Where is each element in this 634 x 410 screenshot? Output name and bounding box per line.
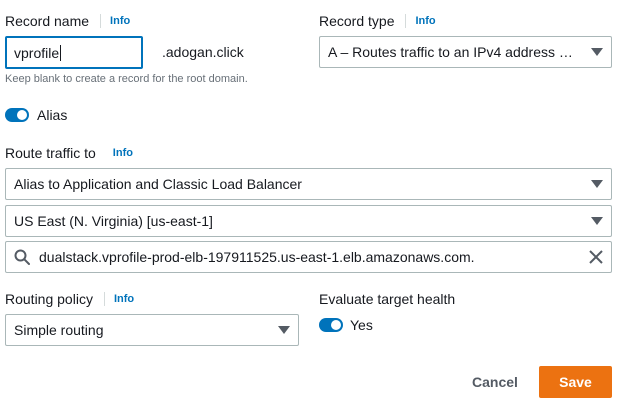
evaluate-health-toggle-label: Yes [350, 317, 373, 333]
record-name-input[interactable]: vprofile [5, 36, 143, 69]
record-name-label: Record name [5, 13, 90, 29]
chevron-down-icon [591, 180, 603, 188]
routing-policy-info-link[interactable]: Info [114, 293, 134, 305]
evaluate-health-toggle[interactable] [319, 318, 343, 332]
routing-policy-value: Simple routing [14, 322, 104, 338]
text-cursor [60, 44, 62, 61]
record-type-label: Record type [319, 13, 395, 29]
routing-policy-label: Routing policy [5, 291, 93, 307]
cancel-button[interactable]: Cancel [472, 374, 518, 390]
search-icon [14, 249, 30, 265]
record-name-helper-text: Keep blank to create a record for the ro… [5, 73, 248, 85]
routing-policy-label-row: Routing policy Info [5, 291, 134, 307]
toggle-knob [17, 110, 27, 120]
evaluate-health-label: Evaluate target health [319, 291, 456, 307]
endpoint-type-value: Alias to Application and Classic Load Ba… [14, 176, 302, 192]
endpoint-type-select[interactable]: Alias to Application and Classic Load Ba… [5, 168, 612, 200]
route-traffic-info-link[interactable]: Info [113, 147, 133, 159]
save-button-label: Save [559, 374, 592, 390]
alias-label: Alias [37, 107, 68, 123]
domain-suffix: .adogan.click [162, 44, 244, 60]
region-select[interactable]: US East (N. Virginia) [us-east-1] [5, 205, 612, 237]
toggle-knob [331, 320, 341, 330]
route-traffic-label: Route traffic to [5, 145, 96, 161]
close-icon[interactable] [589, 250, 603, 264]
endpoint-search-input[interactable]: dualstack.vprofile-prod-elb-197911525.us… [5, 241, 612, 273]
chevron-down-icon [591, 217, 603, 225]
record-type-value: A – Routes traffic to an IPv4 address … [328, 44, 573, 60]
record-name-value: vprofile [14, 44, 60, 61]
endpoint-value: dualstack.vprofile-prod-elb-197911525.us… [39, 249, 475, 265]
region-value: US East (N. Virginia) [us-east-1] [14, 213, 213, 229]
divider [103, 292, 105, 306]
divider [405, 14, 407, 28]
save-button[interactable]: Save [539, 366, 612, 398]
route-traffic-label-row: Route traffic to Info [5, 145, 133, 161]
alias-toggle[interactable] [5, 108, 29, 122]
record-type-select[interactable]: A – Routes traffic to an IPv4 address … [319, 36, 612, 68]
record-name-info-link[interactable]: Info [110, 15, 130, 27]
record-type-label-row: Record type Info [319, 13, 436, 29]
routing-policy-select[interactable]: Simple routing [5, 314, 299, 346]
divider [100, 14, 102, 28]
record-type-info-link[interactable]: Info [415, 15, 435, 27]
chevron-down-icon [591, 48, 603, 56]
chevron-down-icon [278, 326, 290, 334]
record-name-label-row: Record name Info [5, 13, 130, 29]
